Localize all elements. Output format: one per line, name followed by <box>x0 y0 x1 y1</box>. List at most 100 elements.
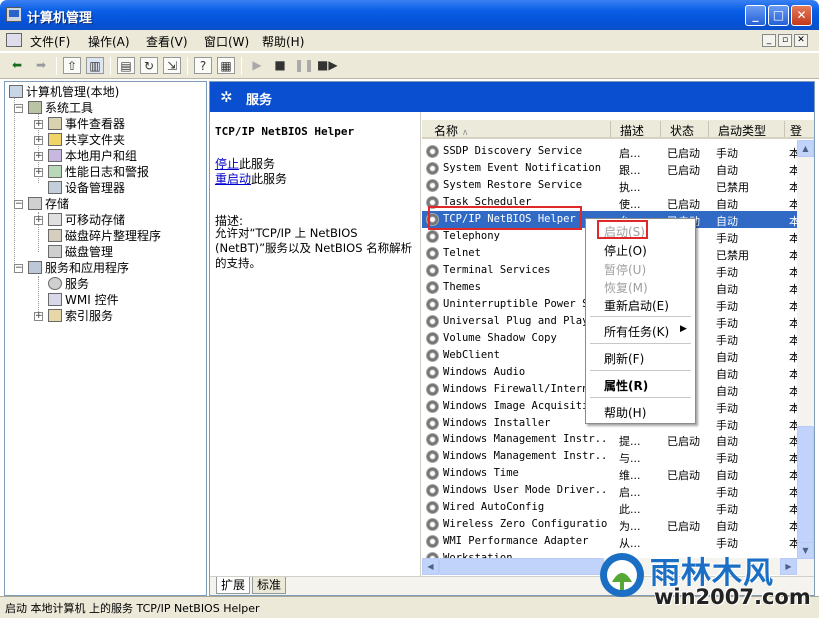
collapse-icon[interactable]: − <box>14 264 23 273</box>
service-name-cell: Volume Shadow Copy <box>443 331 557 344</box>
restart-service-icon[interactable]: ■▶ <box>317 57 338 74</box>
expand-icon[interactable]: + <box>34 168 43 177</box>
table-row[interactable]: System Restore Service 执... 已禁用本 <box>422 177 800 194</box>
column-status[interactable]: 状态 <box>670 122 694 139</box>
column-name[interactable]: 名称 ∧ <box>434 122 468 139</box>
column-startup-type[interactable]: 启动类型 <box>718 122 766 139</box>
tree-item-indexing[interactable]: 索引服务 <box>48 308 113 324</box>
export-list-icon[interactable]: ⇲ <box>163 57 181 74</box>
service-startup-cell: 自动 <box>716 469 738 483</box>
mdi-close-button[interactable]: ✕ <box>794 34 808 47</box>
column-divider[interactable] <box>784 121 785 137</box>
table-row[interactable]: Wired AutoConfig 此... 手动本 <box>422 499 800 516</box>
stop-service-link[interactable]: 停止 <box>215 157 239 171</box>
expand-icon[interactable]: + <box>34 312 43 321</box>
tree-item-system-tools[interactable]: 系统工具 <box>28 100 93 116</box>
console-tree[interactable]: 计算机管理(本地) − 系统工具 + 事件查看器 + 共享文件夹 + 本地用户和… <box>4 81 207 596</box>
close-button[interactable]: ✕ <box>791 5 812 26</box>
service-startup-cell: 手动 <box>716 299 738 313</box>
menu-view[interactable]: 查看(V) <box>146 33 188 50</box>
horizontal-scroll-thumb[interactable] <box>439 558 604 575</box>
column-logon[interactable]: 登 <box>790 122 802 139</box>
properties-icon[interactable]: ▤ <box>117 57 135 74</box>
menu-help-item[interactable]: 帮助(H) <box>604 404 646 421</box>
service-gear-icon <box>426 331 439 345</box>
collapse-icon[interactable]: − <box>14 104 23 113</box>
column-description[interactable]: 描述 <box>620 122 644 139</box>
mdi-restore-button[interactable]: ▫ <box>778 34 792 47</box>
column-divider[interactable] <box>708 121 709 137</box>
table-row[interactable]: Windows Management Instr... 提... 已启动 自动本 <box>422 431 800 448</box>
table-row[interactable]: System Event Notification 跟... 已启动 自动本 <box>422 160 800 177</box>
menu-pause[interactable]: 暂停(U) <box>604 261 646 278</box>
stop-service-icon[interactable]: ■ <box>271 57 289 74</box>
tree-item-defragmenter[interactable]: 磁盘碎片整理程序 <box>48 228 161 244</box>
expand-icon[interactable]: + <box>34 136 43 145</box>
tab-extended[interactable]: 扩展 <box>216 577 251 594</box>
vertical-scrollbar[interactable]: ▲ ▼ <box>797 140 814 576</box>
mdi-minimize-button[interactable]: _ <box>762 34 776 47</box>
menu-action[interactable]: 操作(A) <box>88 33 130 50</box>
start-service-icon[interactable]: ▶ <box>248 57 266 74</box>
menu-resume[interactable]: 恢复(M) <box>604 279 648 296</box>
maximize-button[interactable]: □ <box>768 5 789 26</box>
tab-standard[interactable]: 标准 <box>252 577 287 594</box>
service-gear-icon <box>426 501 439 515</box>
menu-properties[interactable]: 属性(R) <box>604 377 648 394</box>
show-hide-tree-icon[interactable]: ▥ <box>86 57 104 74</box>
refresh-icon[interactable]: ↻ <box>140 57 158 74</box>
scroll-thumb[interactable] <box>797 426 814 558</box>
document-icon[interactable] <box>6 33 22 47</box>
tree-item-performance-logs[interactable]: 性能日志和警报 <box>48 164 149 180</box>
column-divider[interactable] <box>660 121 661 137</box>
tree-item-shared-folders[interactable]: 共享文件夹 <box>48 132 125 148</box>
tree-item-storage[interactable]: 存储 <box>28 196 69 212</box>
menu-refresh[interactable]: 刷新(F) <box>604 350 644 367</box>
tree-item-removable-storage[interactable]: 可移动存储 <box>48 212 125 228</box>
service-gear-icon <box>426 297 439 311</box>
expand-icon[interactable]: + <box>34 152 43 161</box>
menu-help[interactable]: 帮助(H) <box>262 33 304 50</box>
menu-restart[interactable]: 重新启动(E) <box>604 297 669 314</box>
column-divider[interactable] <box>610 121 611 137</box>
back-arrow-icon[interactable]: ⬅ <box>8 57 26 74</box>
title-bar[interactable]: 计算机管理 _ □ ✕ <box>0 0 819 30</box>
minimize-button[interactable]: _ <box>745 5 766 26</box>
scroll-left-icon[interactable]: ◀ <box>422 558 439 575</box>
service-status-cell: 已启动 <box>667 197 700 211</box>
table-row[interactable]: Windows Management Instr... 与... 手动本 <box>422 448 800 465</box>
tree-item-event-viewer[interactable]: 事件查看器 <box>48 116 125 132</box>
help-icon[interactable]: ? <box>194 57 212 74</box>
console-tree-icon[interactable]: ▦ <box>217 57 235 74</box>
table-row[interactable]: Windows Time 维... 已启动 自动本 <box>422 465 800 483</box>
restart-service-link[interactable]: 重启动 <box>215 172 251 186</box>
tree-item-device-manager[interactable]: 设备管理器 <box>48 180 125 196</box>
collapse-icon[interactable]: − <box>14 200 23 209</box>
table-row[interactable]: Wireless Zero Configuration 为... 已启动 自动本 <box>422 516 800 534</box>
tree-item-disk-management[interactable]: 磁盘管理 <box>48 244 113 260</box>
service-startup-cell: 自动 <box>716 197 738 211</box>
toolbar-separator <box>241 57 242 75</box>
menu-all-tasks[interactable]: 所有任务(K) <box>604 323 669 340</box>
table-row[interactable]: Windows User Mode Driver... 启... 手动本 <box>422 482 800 499</box>
tree-root[interactable]: 计算机管理(本地) <box>9 84 119 100</box>
tree-item-services[interactable]: 服务 <box>48 276 89 292</box>
service-gear-icon <box>426 178 439 192</box>
scroll-up-icon[interactable]: ▲ <box>797 140 814 157</box>
pause-service-icon[interactable]: ❚❚ <box>294 57 314 74</box>
tree-item-services-apps[interactable]: 服务和应用程序 <box>28 260 129 276</box>
menu-window[interactable]: 窗口(W) <box>204 33 249 50</box>
tree-item-local-users[interactable]: 本地用户和组 <box>48 148 137 164</box>
table-row[interactable]: SSDP Discovery Service 启... 已启动 手动本 <box>422 143 800 160</box>
service-status-cell: 已启动 <box>667 520 700 534</box>
service-startup-cell: 自动 <box>716 282 738 296</box>
service-name-cell: Uninterruptible Power Su <box>443 297 595 310</box>
tree-item-wmi[interactable]: WMI 控件 <box>48 292 119 308</box>
menu-stop[interactable]: 停止(O) <box>604 242 647 259</box>
menu-file[interactable]: 文件(F) <box>30 33 70 50</box>
expand-icon[interactable]: + <box>34 216 43 225</box>
expand-icon[interactable]: + <box>34 120 43 129</box>
up-level-icon[interactable]: ⇧ <box>63 57 81 74</box>
service-startup-cell: 已禁用 <box>716 248 749 262</box>
forward-arrow-icon[interactable]: ➡ <box>32 57 50 74</box>
